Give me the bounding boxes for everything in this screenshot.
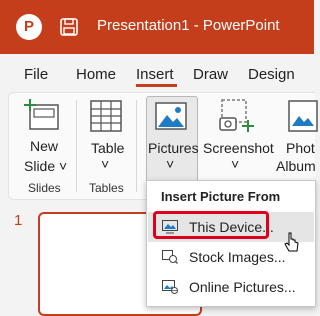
active-tab-indicator (136, 84, 177, 87)
group-divider (136, 100, 137, 192)
table-label[interactable]: Table (91, 140, 124, 156)
window-title: Presentation1 - PowerPoint (97, 17, 280, 34)
screenshot-icon[interactable] (218, 98, 256, 134)
new-slide-dropdown[interactable]: Slide ˅ (24, 158, 67, 174)
tab-insert[interactable]: Insert (136, 66, 174, 83)
tab-design[interactable]: Design (248, 66, 295, 83)
online-pictures-icon (162, 280, 178, 294)
menu-item-online-pictures[interactable]: Online Pictures... (148, 272, 314, 302)
photo-album-label-line2[interactable]: Album (276, 158, 316, 174)
menu-item-label: Stock Images... (189, 249, 286, 265)
screenshot-label[interactable]: Screenshot (203, 140, 274, 156)
table-dropdown-arrow[interactable]: ˅ (101, 156, 109, 172)
pictures-icon[interactable] (155, 102, 187, 130)
group-divider (76, 100, 77, 192)
slide-number: 1 (14, 212, 23, 229)
table-icon[interactable] (90, 100, 122, 132)
screenshot-dropdown-arrow[interactable]: ˅ (231, 156, 239, 172)
tab-draw[interactable]: Draw (193, 66, 228, 83)
highlight-annotation (153, 211, 269, 239)
pictures-label[interactable]: Pictures (148, 140, 199, 156)
new-slide-icon[interactable] (24, 99, 62, 133)
group-label-slides: Slides (28, 181, 61, 195)
save-icon[interactable] (60, 18, 78, 36)
menu-item-label: Online Pictures... (189, 279, 296, 295)
title-bar: P Presentation1 - PowerPoint (0, 0, 314, 54)
photo-album-label-line1[interactable]: Phot (286, 140, 315, 156)
pictures-dropdown-arrow[interactable]: ˅ (166, 156, 174, 172)
group-label-tables: Tables (89, 181, 124, 195)
photo-album-icon[interactable] (288, 100, 318, 132)
new-slide-label[interactable]: New (30, 138, 58, 154)
menu-header: Insert Picture From (161, 189, 281, 204)
tab-file[interactable]: File (24, 66, 48, 83)
powerpoint-logo-icon: P (16, 14, 42, 40)
mouse-cursor-icon (284, 232, 299, 252)
stock-images-icon (162, 250, 178, 264)
tab-home[interactable]: Home (76, 66, 116, 83)
